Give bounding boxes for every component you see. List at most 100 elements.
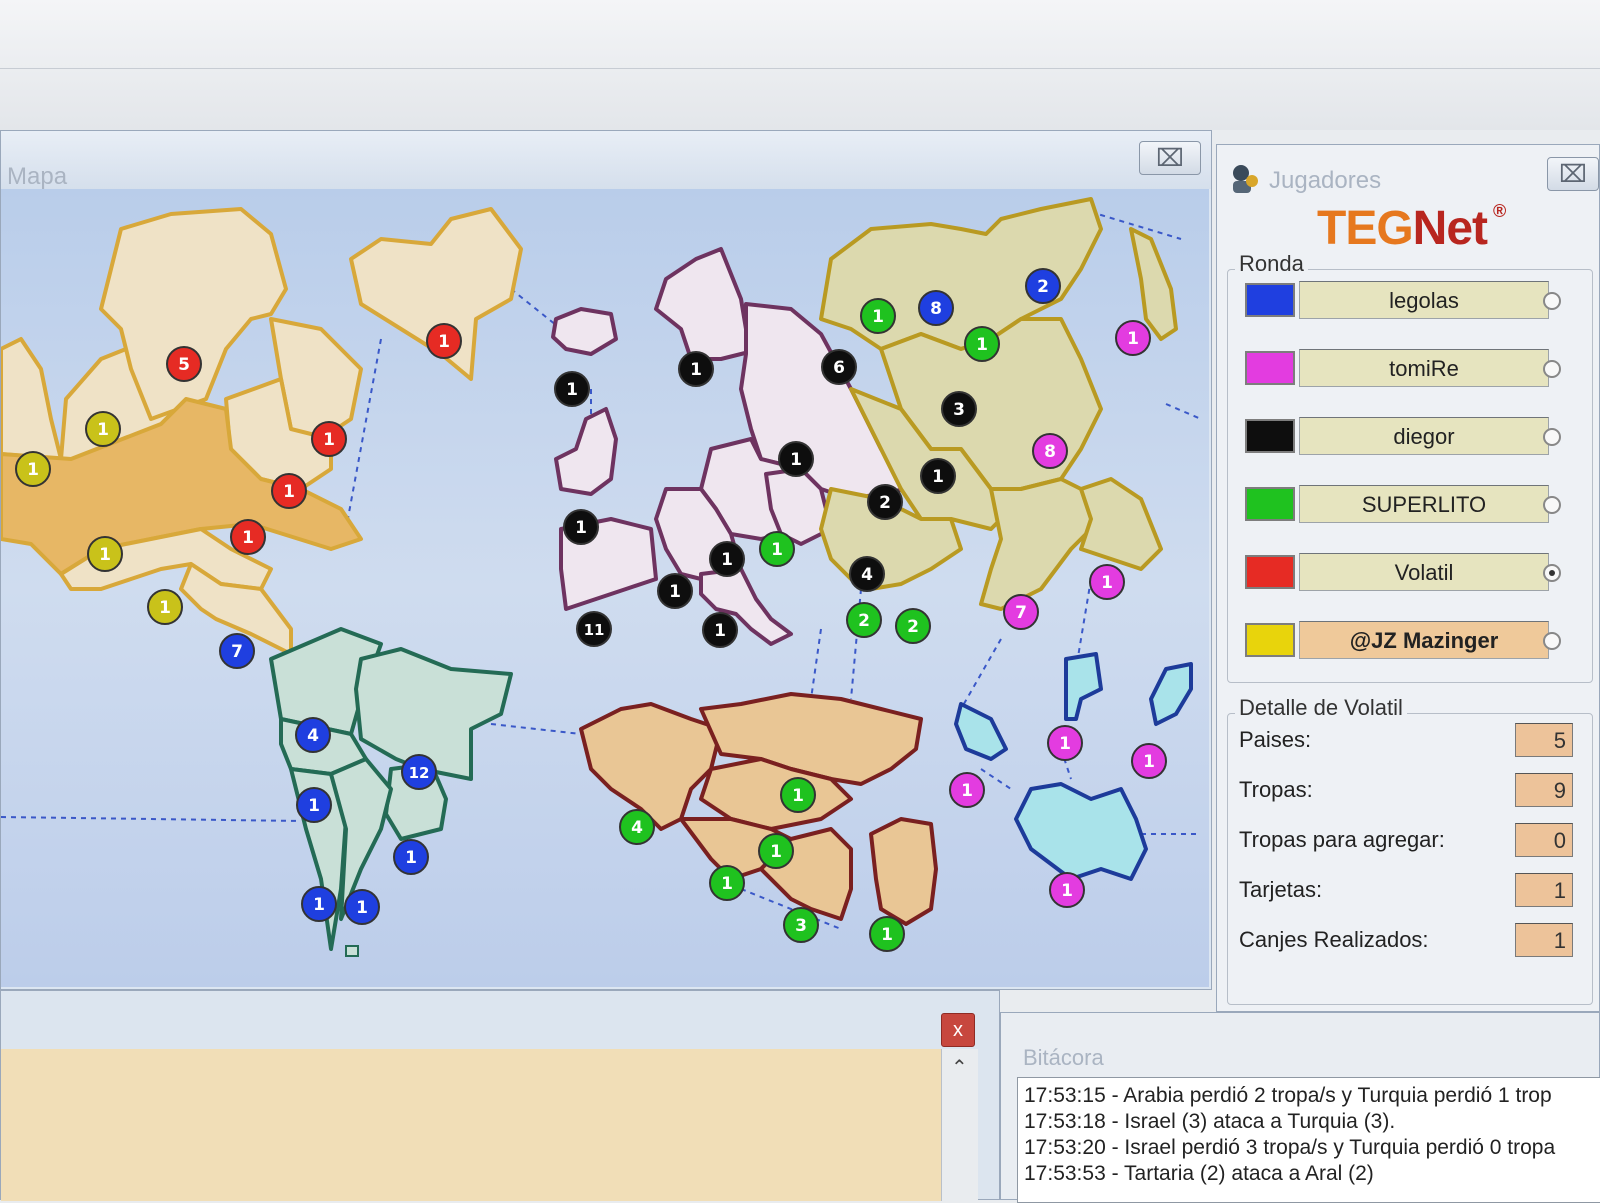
troop-marker[interactable]: 2 xyxy=(867,484,903,520)
map-close-button[interactable]: ⌧ xyxy=(1139,141,1201,175)
troop-marker[interactable]: 1 xyxy=(1115,320,1151,356)
troop-marker[interactable]: 1 xyxy=(1049,872,1085,908)
troop-count: 1 xyxy=(770,842,782,862)
troop-marker[interactable]: 1 xyxy=(87,536,123,572)
troop-marker[interactable]: 6 xyxy=(821,349,857,385)
player-turn-radio[interactable] xyxy=(1543,292,1561,310)
troop-marker[interactable]: 1 xyxy=(344,889,380,925)
troop-marker[interactable]: 12 xyxy=(401,754,437,790)
troop-marker[interactable]: 4 xyxy=(295,717,331,753)
troop-marker[interactable]: 1 xyxy=(657,573,693,609)
troop-marker[interactable]: 7 xyxy=(219,633,255,669)
player-name: legolas xyxy=(1299,281,1549,319)
player-turn-radio[interactable] xyxy=(1543,360,1561,378)
detail-row-label: Canjes Realizados: xyxy=(1239,927,1429,952)
troop-marker[interactable]: 1 xyxy=(1089,564,1125,600)
round-label: Ronda xyxy=(1235,251,1308,277)
troop-marker[interactable]: 1 xyxy=(85,411,121,447)
troop-count: 4 xyxy=(307,726,319,746)
players-close-button[interactable]: ⌧ xyxy=(1547,157,1599,191)
troop-marker[interactable]: 1 xyxy=(147,589,183,625)
troop-marker[interactable]: 1 xyxy=(554,371,590,407)
troop-marker[interactable]: 1 xyxy=(949,772,985,808)
troop-marker[interactable]: 1 xyxy=(563,509,599,545)
troop-marker[interactable]: 1 xyxy=(759,531,795,567)
troop-count: 11 xyxy=(584,621,605,639)
troop-marker[interactable]: 1 xyxy=(271,473,307,509)
logo-registered-mark: ® xyxy=(1493,201,1506,221)
troop-count: 2 xyxy=(907,617,919,637)
chat-window: x ⌃ xyxy=(0,990,1000,1201)
troop-marker[interactable]: 1 xyxy=(426,323,462,359)
troop-count: 1 xyxy=(97,420,109,440)
troop-count: 1 xyxy=(690,360,702,380)
player-turn-radio[interactable] xyxy=(1543,428,1561,446)
troop-marker[interactable]: 2 xyxy=(846,602,882,638)
troop-count: 7 xyxy=(1015,603,1027,623)
desktop-top-area xyxy=(0,0,1600,130)
player-turn-radio[interactable] xyxy=(1543,564,1561,582)
detail-row-label: Tropas: xyxy=(1239,777,1313,802)
troop-count: 1 xyxy=(27,460,39,480)
chat-messages-area[interactable] xyxy=(1,1049,941,1201)
troop-marker[interactable]: 1 xyxy=(709,865,745,901)
troop-count: 4 xyxy=(631,818,643,838)
troop-count: 1 xyxy=(242,528,254,548)
world-map: 1 1 5 1 1 1 1 1 1 7 4 12 1 1 1 1 1 1 1 1 1 1 1 11 1 1 8 2 6 1 3 1 2 4 2 2 1 8… xyxy=(1,189,1209,987)
player-turn-radio[interactable] xyxy=(1543,496,1561,514)
player-row: SUPERLITO xyxy=(1245,483,1555,525)
troop-count: 1 xyxy=(438,332,450,352)
troop-marker[interactable]: 1 xyxy=(301,886,337,922)
troop-marker[interactable]: 1 xyxy=(230,519,266,555)
troop-marker[interactable]: 1 xyxy=(964,326,1000,362)
troop-marker[interactable]: 4 xyxy=(849,556,885,592)
troop-marker[interactable]: 1 xyxy=(1131,743,1167,779)
troop-count: 1 xyxy=(1143,752,1155,772)
player-color-swatch xyxy=(1245,555,1295,589)
troop-marker[interactable]: 1 xyxy=(869,916,905,952)
detail-row-label: Tarjetas: xyxy=(1239,877,1323,902)
troop-marker[interactable]: 1 xyxy=(920,458,956,494)
troop-marker[interactable]: 5 xyxy=(166,346,202,382)
troop-count: 8 xyxy=(930,299,942,319)
troop-marker[interactable]: 1 xyxy=(311,421,347,457)
troop-marker[interactable]: 1 xyxy=(702,612,738,648)
troop-marker[interactable]: 1 xyxy=(778,441,814,477)
map-titlebar: Mapa ⌧ xyxy=(1,131,1211,190)
troop-count: 3 xyxy=(953,400,965,420)
player-color-swatch xyxy=(1245,351,1295,385)
troop-marker[interactable]: 4 xyxy=(619,809,655,845)
troop-count: 1 xyxy=(721,550,733,570)
troop-marker[interactable]: 3 xyxy=(783,907,819,943)
troop-marker[interactable]: 1 xyxy=(709,541,745,577)
troop-count: 1 xyxy=(575,518,587,538)
troop-marker[interactable]: 1 xyxy=(860,298,896,334)
detail-row-label: Paises: xyxy=(1239,727,1312,752)
troop-marker[interactable]: 1 xyxy=(393,839,429,875)
log-line: 17:53:18 - Israel (3) ataca a Turquia (3… xyxy=(1024,1110,1396,1133)
chat-scrollbar[interactable]: ⌃ xyxy=(941,1049,978,1201)
troop-marker[interactable]: 7 xyxy=(1003,594,1039,630)
chat-close-button[interactable]: x xyxy=(941,1013,975,1047)
troop-marker[interactable]: 8 xyxy=(918,290,954,326)
map-window: Mapa ⌧ 1 1 5 1 1 1 1 1 1 7 4 12 1 1 1 1 … xyxy=(0,130,1212,990)
troop-marker[interactable]: 1 xyxy=(1047,725,1083,761)
troop-marker[interactable]: 11 xyxy=(576,611,612,647)
troop-marker[interactable]: 8 xyxy=(1032,433,1068,469)
player-turn-radio[interactable] xyxy=(1543,632,1561,650)
troop-marker[interactable]: 2 xyxy=(1025,268,1061,304)
troop-marker[interactable]: 1 xyxy=(678,351,714,387)
detail-row: Tropas: 9 xyxy=(1239,771,1579,811)
troop-count: 1 xyxy=(792,786,804,806)
scroll-up-icon[interactable]: ⌃ xyxy=(951,1055,968,1080)
troop-marker[interactable]: 2 xyxy=(895,608,931,644)
log-list[interactable]: 17:53:15 - Arabia perdió 2 tropa/s y Tur… xyxy=(1017,1077,1600,1203)
troop-marker[interactable]: 3 xyxy=(941,391,977,427)
troop-marker[interactable]: 1 xyxy=(296,787,332,823)
troop-marker[interactable]: 1 xyxy=(780,777,816,813)
troop-marker[interactable]: 1 xyxy=(758,833,794,869)
troop-count: 4 xyxy=(861,565,873,585)
troop-marker[interactable]: 1 xyxy=(15,451,51,487)
detail-row-value: 9 xyxy=(1515,773,1573,807)
log-window-title: Bitácora xyxy=(1023,1045,1104,1070)
